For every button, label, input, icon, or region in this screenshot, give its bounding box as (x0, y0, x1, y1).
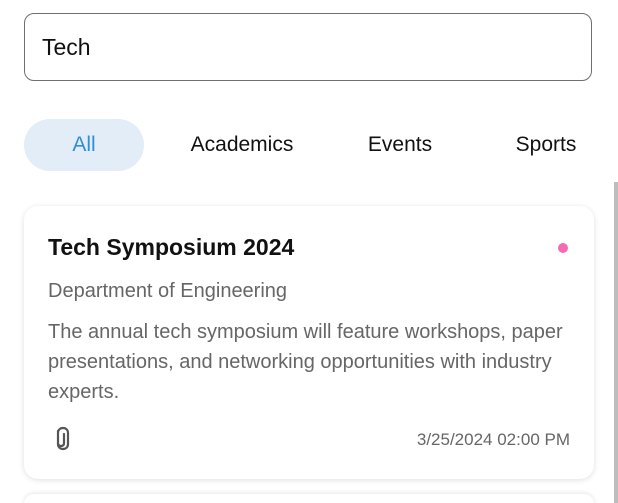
announcement-timestamp: 3/25/2024 02:00 PM (416, 430, 570, 449)
announcement-card[interactable]: Tech Symposium 2024 Department of Engine… (24, 206, 594, 479)
announcement-description: The annual tech symposium will feature w… (48, 321, 563, 403)
scrollbar[interactable] (614, 182, 618, 503)
unread-indicator-dot (558, 243, 568, 253)
next-announcement-card[interactable] (24, 494, 594, 503)
announcement-title: Tech Symposium 2024 (48, 234, 295, 260)
search-box[interactable] (24, 13, 592, 81)
search-results-page: All Academics Events Sports Tech Symposi… (0, 0, 618, 503)
category-tabs: All Academics Events Sports (24, 119, 594, 171)
tab-academics[interactable]: Academics (178, 119, 306, 171)
search-input[interactable] (42, 30, 572, 64)
announcement-department: Department of Engineering (48, 280, 288, 302)
tab-events[interactable]: Events (348, 119, 452, 171)
tab-sports[interactable]: Sports (500, 119, 592, 171)
tab-all[interactable]: All (24, 119, 144, 171)
paperclip-icon[interactable] (50, 425, 74, 453)
